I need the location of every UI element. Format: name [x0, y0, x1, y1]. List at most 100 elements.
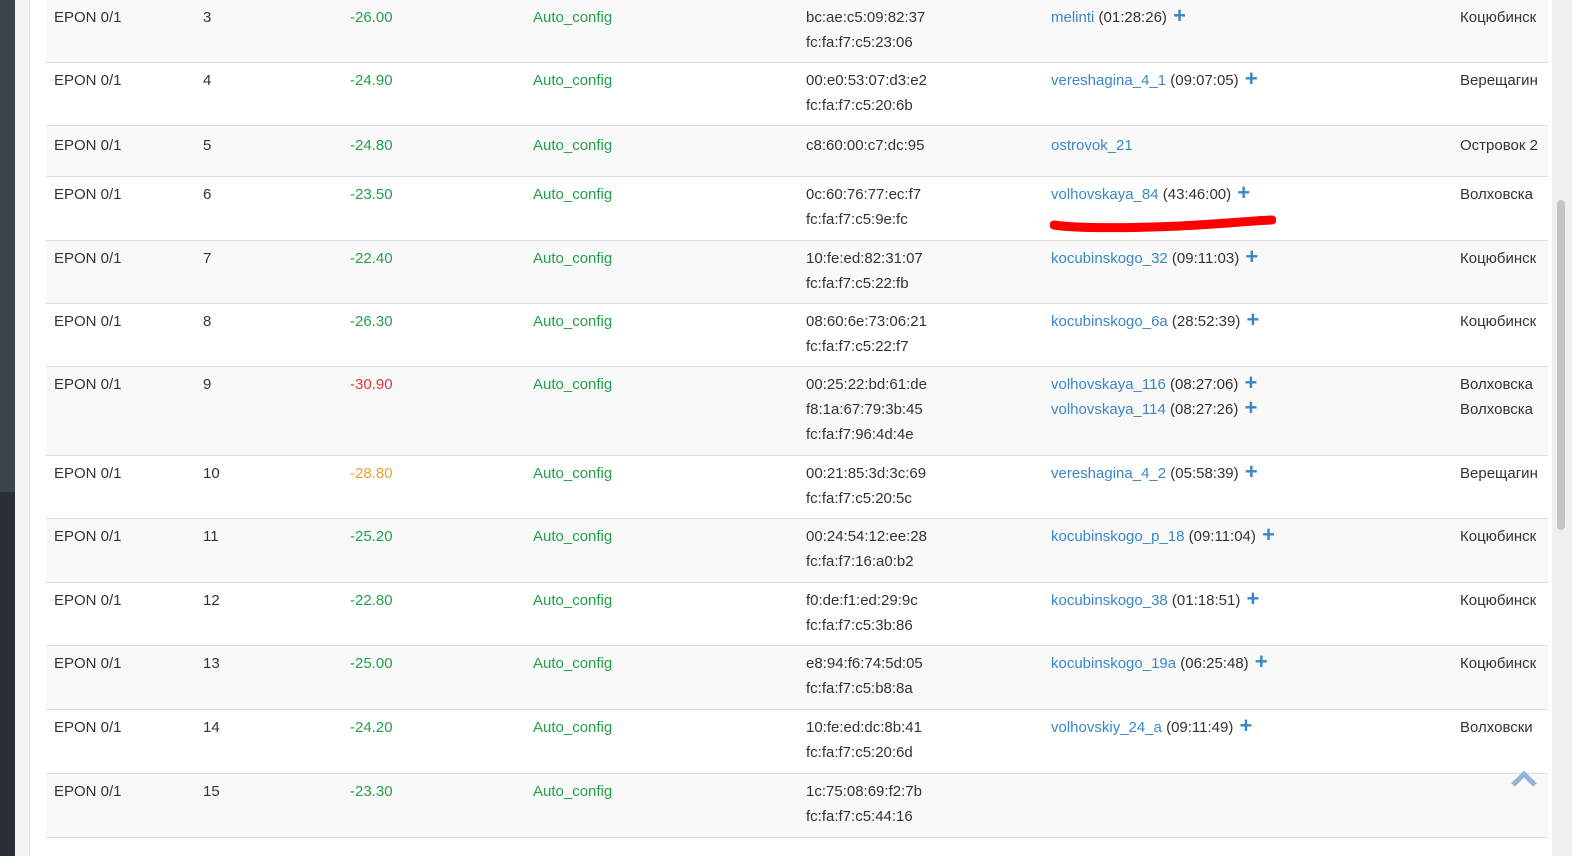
user-entry: vereshagina_4_1 (09:07:05) + [1051, 68, 1258, 93]
user-cell: melinti (01:28:26) + [1051, 5, 1186, 30]
user-link[interactable]: vereshagina_4_2 [1051, 465, 1166, 482]
user-link[interactable]: volhovskiy_24_a [1051, 719, 1162, 736]
user-cell: volhovskiy_24_a (09:11:49) + [1051, 715, 1252, 740]
mac-address: f0:de:f1:ed:29:9c [806, 592, 918, 609]
scrollbar-thumb[interactable] [1557, 200, 1565, 530]
user-entry: kocubinskogo_38 (01:18:51) + [1051, 588, 1259, 613]
session-time: (06:25:48) [1176, 655, 1253, 672]
onu-number-cell: 6 [203, 186, 212, 203]
profile-cell[interactable]: Auto_config [533, 372, 612, 397]
user-link[interactable]: ostrovok_21 [1051, 137, 1133, 154]
profile-cell[interactable]: Auto_config [533, 133, 612, 158]
plus-icon[interactable]: + [1246, 309, 1259, 331]
signal-level-cell: -26.00 [350, 9, 393, 26]
profile-cell[interactable]: Auto_config [533, 5, 612, 30]
address-cell: Коцюбинск [1460, 309, 1536, 334]
onu-number-cell: 15 [203, 783, 220, 800]
mac-cell: c8:60:00:c7:dc:95 [806, 133, 924, 158]
interface-cell: EPON 0/1 [54, 9, 122, 26]
profile-cell[interactable]: Auto_config [533, 182, 612, 207]
profile-cell[interactable]: Auto_config [533, 246, 612, 271]
user-cell: vereshagina_4_2 (05:58:39) + [1051, 461, 1258, 486]
mac-address: c8:60:00:c7:dc:95 [806, 137, 925, 154]
onu-number-cell: 12 [203, 592, 220, 609]
mac-address: e8:94:f6:74:5d:05 [806, 655, 923, 672]
user-entry: kocubinskogo_32 (09:11:03) + [1051, 246, 1258, 271]
mac-address: 00:24:54:12:ee:28 [806, 528, 927, 545]
address-cell: Коцюбинск [1460, 588, 1536, 613]
address-cell: Волховска Волховска [1460, 372, 1533, 422]
mac-address: 1c:75:08:69:f2:7b [806, 783, 922, 800]
mac-cell: 10:fe:ed:dc:8b:41 fc:fa:f7:c5:20:6d [806, 715, 922, 765]
plus-icon[interactable]: + [1173, 5, 1186, 27]
user-link[interactable]: volhovskaya_116 [1051, 376, 1166, 393]
table-row: EPON 0/1 7 -22.40 Auto_config 10:fe:ed:82:31… [46, 241, 1548, 304]
signal-level-cell: -24.20 [350, 719, 393, 736]
user-cell: volhovskaya_116 (08:27:06) + volhovskaya_… [1051, 372, 1257, 422]
user-link[interactable]: kocubinskogo_19a [1051, 655, 1176, 672]
table-row: EPON 0/1 11 -25.20 Auto_config 00:24:54:12:e… [46, 519, 1548, 583]
plus-icon[interactable]: + [1245, 372, 1258, 394]
user-link[interactable]: volhovskaya_84 [1051, 186, 1159, 203]
address-text: Коцюбинск [1460, 250, 1537, 267]
plus-icon[interactable]: + [1245, 68, 1258, 90]
session-time: (08:27:06) [1165, 376, 1243, 393]
address-text: Волховска [1460, 376, 1533, 393]
address-text: Коцюбинск [1460, 592, 1537, 609]
plus-icon[interactable]: + [1237, 182, 1250, 204]
profile-cell[interactable]: Auto_config [533, 588, 612, 613]
mac-cell: 0c:60:76:77:ec:f7 fc:fa:f7:c5:9e:fc [806, 182, 921, 232]
profile-cell[interactable]: Auto_config [533, 715, 612, 740]
mac-address: bc:ae:c5:09:82:37 [806, 9, 926, 26]
profile-cell[interactable]: Auto_config [533, 68, 612, 93]
profile-cell[interactable]: Auto_config [533, 524, 612, 549]
mac-address: 08:60:6e:73:06:21 [806, 313, 927, 330]
mac-cell: 10:fe:ed:82:31:07 fc:fa:f7:c5:22:fb [806, 246, 923, 296]
plus-icon[interactable]: + [1245, 397, 1258, 419]
user-cell: kocubinskogo_32 (09:11:03) + [1051, 246, 1258, 271]
user-link[interactable]: kocubinskogo_p_18 [1051, 528, 1184, 545]
mac-cell: 08:60:6e:73:06:21 fc:fa:f7:c5:22:f7 [806, 309, 927, 359]
signal-level-cell: -23.30 [350, 783, 393, 800]
plus-icon[interactable]: + [1262, 524, 1275, 546]
user-link[interactable]: melinti [1051, 9, 1094, 26]
signal-level-cell: -24.80 [350, 137, 393, 154]
user-link[interactable]: kocubinskogo_6a [1051, 313, 1168, 330]
plus-icon[interactable]: + [1255, 651, 1268, 673]
profile-cell[interactable]: Auto_config [533, 651, 612, 676]
session-time: (01:18:51) [1167, 592, 1245, 609]
user-entry: volhovskaya_84 (43:46:00) + [1051, 182, 1250, 207]
user-cell: kocubinskogo_p_18 (09:11:04) + [1051, 524, 1275, 549]
plus-icon[interactable]: + [1245, 246, 1258, 268]
signal-level-cell: -26.30 [350, 313, 393, 330]
mac-cell: 00:e0:53:07:d3:e2 fc:fa:f7:c5:20:6b [806, 68, 927, 118]
page-gutter [15, 0, 30, 856]
profile-cell[interactable]: Auto_config [533, 779, 612, 804]
session-time: (43:46:00) [1158, 186, 1236, 203]
profile-cell[interactable]: Auto_config [533, 461, 612, 486]
signal-level-cell: -22.40 [350, 250, 393, 267]
user-entry: kocubinskogo_6a (28:52:39) + [1051, 309, 1259, 334]
mac-address: fc:fa:f7:c5:22:f7 [806, 338, 909, 355]
mac-address: 00:e0:53:07:d3:e2 [806, 72, 927, 89]
user-link[interactable]: kocubinskogo_32 [1051, 250, 1168, 267]
profile-cell[interactable]: Auto_config [533, 309, 612, 334]
table-row: EPON 0/1 8 -26.30 Auto_config 08:60:6e:73:06… [46, 304, 1548, 367]
mac-address: 10:fe:ed:82:31:07 [806, 250, 923, 267]
signal-level-cell: -22.80 [350, 592, 393, 609]
user-link[interactable]: vereshagina_4_1 [1051, 72, 1166, 89]
user-link[interactable]: volhovskaya_114 [1051, 401, 1166, 418]
plus-icon[interactable]: + [1240, 715, 1253, 737]
onu-number-cell: 4 [203, 72, 212, 89]
user-link[interactable]: kocubinskogo_38 [1051, 592, 1168, 609]
interface-cell: EPON 0/1 [54, 528, 122, 545]
mac-address: fc:fa:f7:c5:20:5c [806, 490, 912, 507]
plus-icon[interactable]: + [1245, 461, 1258, 483]
mac-address: fc:fa:f7:c5:22:fb [806, 275, 909, 292]
plus-icon[interactable]: + [1246, 588, 1259, 610]
address-cell: Верещагин [1460, 461, 1538, 486]
interface-cell: EPON 0/1 [54, 465, 122, 482]
table-row: EPON 0/1 13 -25.00 Auto_config e8:94:f6:74:5… [46, 646, 1548, 710]
mac-cell: e8:94:f6:74:5d:05 fc:fa:f7:c5:b8:8a [806, 651, 923, 701]
chevron-up-icon[interactable] [1510, 768, 1538, 790]
